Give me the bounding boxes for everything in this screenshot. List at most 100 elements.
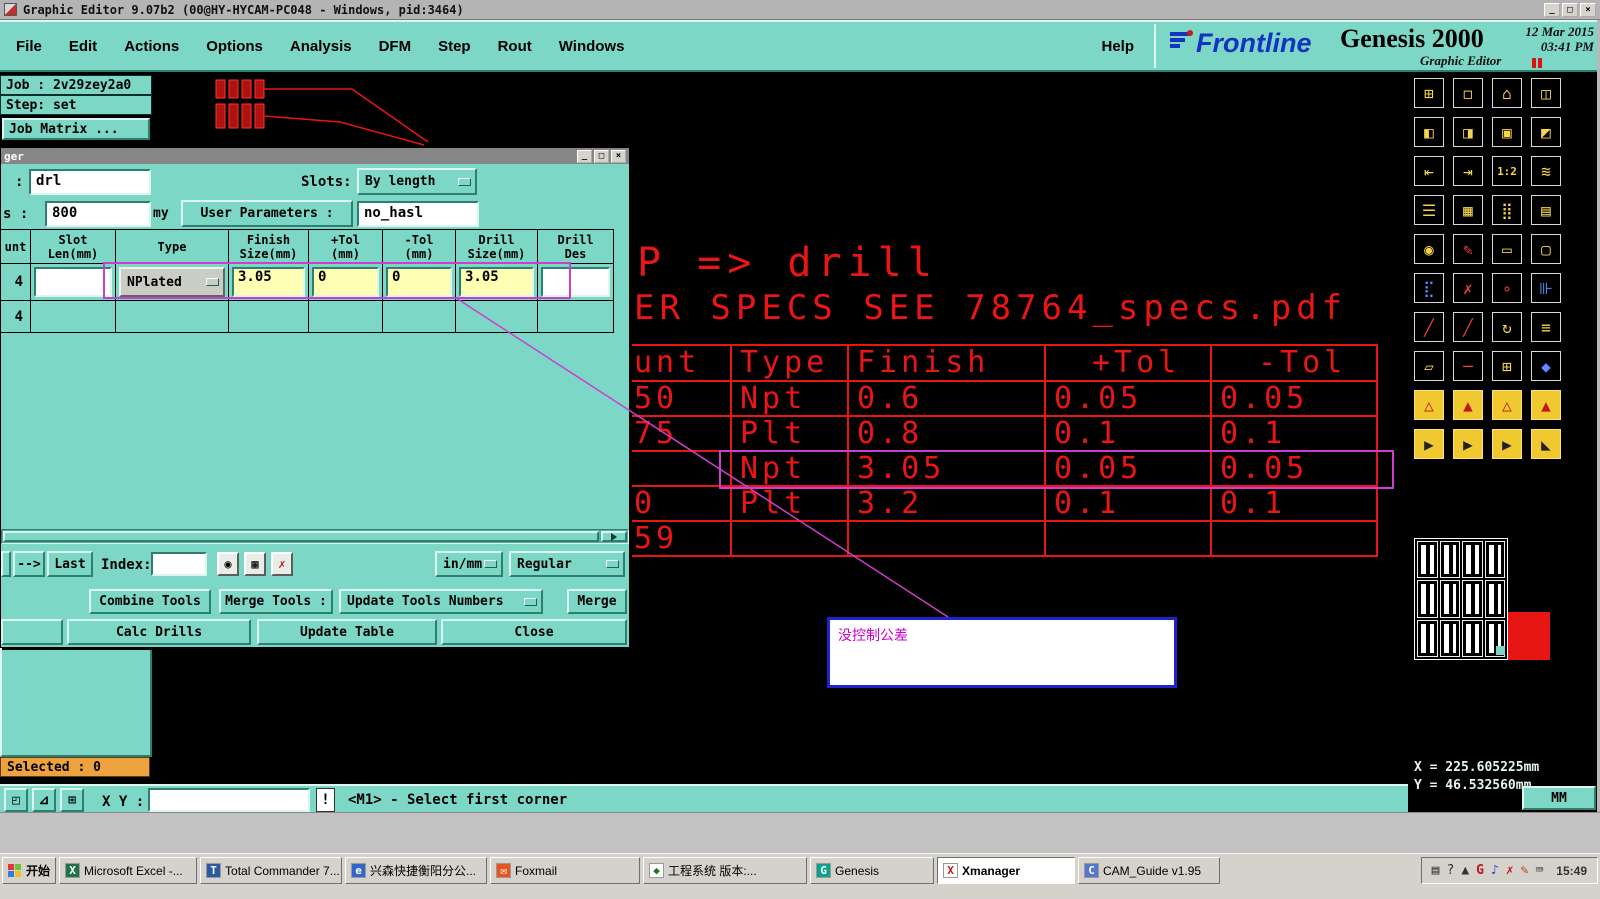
menu-rout[interactable]: Rout (498, 38, 532, 55)
clipped-button[interactable] (1, 619, 63, 645)
drill-des-field[interactable] (541, 267, 610, 297)
corner-select-icon[interactable]: ◣ (1531, 429, 1561, 459)
update-table-button[interactable]: Update Table (257, 619, 437, 645)
menu-file[interactable]: File (16, 38, 42, 55)
row2-cell[interactable] (309, 301, 383, 333)
rows-icon[interactable]: ▤ (1531, 195, 1561, 225)
taskbar-item-browser[interactable]: e 兴森快捷衡阳分公... (345, 857, 488, 884)
menu-options[interactable]: Options (206, 38, 263, 55)
volume-icon[interactable]: ♪ (1491, 863, 1499, 878)
menu-analysis[interactable]: Analysis (290, 38, 352, 55)
measure-icon[interactable]: ✎ (1453, 234, 1483, 264)
ruler-icon[interactable]: ▭ (1492, 234, 1522, 264)
last-button[interactable]: Last (47, 551, 93, 577)
row2-cell[interactable] (456, 301, 538, 333)
layers-icon[interactable]: ≋ (1531, 156, 1561, 186)
taskbar-item-total-commander[interactable]: T Total Commander 7... (200, 857, 343, 884)
zoom-ratio-icon[interactable]: 1:2 (1492, 156, 1522, 186)
crosshair-tool-icon[interactable]: ▶ (1492, 429, 1522, 459)
point-icon[interactable]: ∘ (1492, 273, 1522, 303)
panel-preview[interactable] (1414, 538, 1508, 660)
merge-tools-button[interactable]: Merge Tools : (219, 589, 333, 614)
zoom-next-icon[interactable]: ⇥ (1453, 156, 1483, 186)
scrollbar-thumb[interactable] (3, 531, 599, 542)
pattern-icon[interactable]: ⣏ (1414, 273, 1444, 303)
taskbar-item-xmanager[interactable]: X Xmanager (937, 857, 1076, 884)
slot-len-field[interactable] (34, 267, 112, 297)
start-button[interactable]: 开始 (2, 857, 57, 884)
update-tray-icon[interactable]: ▲ (1461, 863, 1469, 878)
type-dropdown[interactable]: NPlated (119, 267, 225, 297)
maximize-button[interactable]: □ (1562, 2, 1578, 17)
genesis-tray-icon[interactable]: G (1476, 863, 1484, 878)
select-mode-icon[interactable]: ◰ (4, 788, 28, 812)
finish-size-field[interactable]: 3.05 (232, 267, 305, 297)
menu-help[interactable]: Help (1101, 38, 1134, 55)
home-view-icon[interactable]: ⌂ (1492, 78, 1522, 108)
align-bottom-icon[interactable]: ▲ (1453, 390, 1483, 420)
tile-view-icon[interactable]: ▣ (1492, 117, 1522, 147)
columns-icon[interactable]: ⊪ (1531, 273, 1561, 303)
select-tool-icon[interactable]: ▶ (1414, 429, 1444, 459)
origin-icon[interactable]: ◉ (1414, 234, 1444, 264)
user-parameters-field[interactable]: no_hasl (357, 201, 479, 227)
row2-cell[interactable] (31, 301, 116, 333)
xy-input[interactable] (148, 788, 310, 812)
taskbar-item-foxmail[interactable]: ✉ Foxmail (490, 857, 641, 884)
h-scrollbar[interactable] (1, 529, 629, 544)
drill-size-field[interactable]: 3.05 (459, 267, 534, 297)
index-field[interactable] (151, 552, 207, 576)
combine-tools-button[interactable]: Combine Tools (89, 589, 211, 614)
alert-button[interactable]: ! (316, 788, 335, 812)
pan-left-icon[interactable]: ◧ (1414, 117, 1444, 147)
close-button[interactable]: Close (441, 619, 627, 645)
grid-view-icon[interactable]: ▦ (1453, 195, 1483, 225)
menu-actions[interactable]: Actions (124, 38, 179, 55)
mode-dropdown[interactable]: Regular (509, 551, 625, 577)
user-parameters-button[interactable]: User Parameters : (181, 200, 353, 227)
taskbar-item-eng-system[interactable]: ◆ 工程系统 版本:... (643, 857, 808, 884)
close-button[interactable]: × (1580, 2, 1596, 17)
units-mm-button[interactable]: MM (1522, 786, 1596, 810)
list-view-icon[interactable]: ☰ (1414, 195, 1444, 225)
minimize-button[interactable]: _ (1544, 2, 1560, 17)
split-view-icon[interactable]: ◫ (1531, 78, 1561, 108)
printer-icon[interactable]: ▤ (1432, 863, 1440, 878)
help-tray-icon[interactable]: ? (1447, 863, 1455, 878)
delete-icon[interactable]: ✗ (1453, 273, 1483, 303)
taskbar-item-genesis[interactable]: G Genesis (810, 857, 935, 884)
dialog-close-button[interactable]: × (611, 149, 626, 163)
delete-table-icon[interactable]: ✗ (271, 552, 293, 576)
zoom-prev-icon[interactable]: ⇤ (1414, 156, 1444, 186)
pen-tray-icon[interactable]: ✎ (1521, 863, 1529, 878)
matrix-icon[interactable]: ⣿ (1492, 195, 1522, 225)
menu-step[interactable]: Step (438, 38, 471, 55)
menu-windows[interactable]: Windows (559, 38, 625, 55)
subtract-icon[interactable]: ─ (1453, 351, 1483, 381)
line-tool-icon[interactable]: ╱ (1453, 312, 1483, 342)
frame-icon[interactable]: ▢ (1531, 234, 1561, 264)
rotate-icon[interactable]: ↻ (1492, 312, 1522, 342)
diamond-pad-icon[interactable]: ◆ (1531, 351, 1561, 381)
corner-view-icon[interactable]: ◩ (1531, 117, 1561, 147)
table-view-icon[interactable]: ▦ (244, 552, 266, 576)
prev-button-clipped[interactable] (1, 551, 11, 577)
mirror-icon[interactable]: ▲ (1531, 390, 1561, 420)
row2-cell[interactable] (116, 301, 229, 333)
units-dropdown[interactable]: in/mm (435, 551, 503, 577)
keyboard-tray-icon[interactable]: ⌨ (1535, 863, 1543, 878)
new-window-icon[interactable]: ◻ (1453, 78, 1483, 108)
update-tools-numbers-dropdown[interactable]: Update Tools Numbers (339, 589, 543, 614)
taskbar-item-excel[interactable]: X Microsoft Excel -... (59, 857, 198, 884)
row2-cell[interactable] (538, 301, 614, 333)
tool-name-field[interactable]: drl (29, 169, 151, 195)
xy-mode-icon[interactable]: ⊿ (32, 788, 56, 812)
flip-icon[interactable]: △ (1492, 390, 1522, 420)
next-button[interactable]: --> (13, 551, 45, 577)
dialog-minimize-button[interactable]: _ (577, 149, 592, 163)
calc-drills-button[interactable]: Calc Drills (67, 619, 251, 645)
grid-snap-icon[interactable]: ⊞ (60, 788, 84, 812)
xmanager-tray-icon[interactable]: ✗ (1506, 863, 1514, 878)
plus-tol-field[interactable]: 0 (312, 267, 379, 297)
menu-edit[interactable]: Edit (69, 38, 97, 55)
